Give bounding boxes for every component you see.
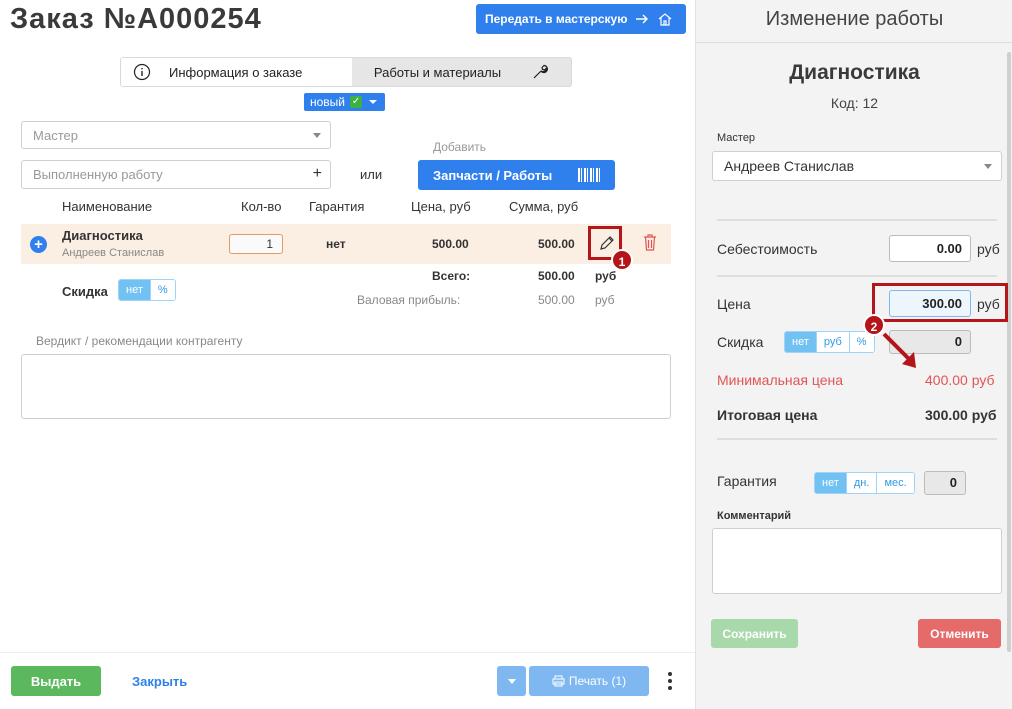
work-placeholder: Выполненную работу [33, 167, 163, 182]
completed-work-input[interactable]: Выполненную работу + [21, 160, 331, 189]
cost-input[interactable]: 0.00 [889, 235, 971, 262]
warranty-toggle[interactable]: нет дн. мес. [814, 472, 915, 494]
or-label: или [360, 167, 383, 182]
parts-works-button[interactable]: Запчасти / Работы [418, 160, 615, 190]
tab-works-materials[interactable]: Работы и материалы [352, 58, 571, 86]
master-placeholder: Мастер [33, 127, 78, 143]
more-options-icon[interactable] [665, 670, 675, 692]
order-pane: Заказ №A000254 Передать в мастерскую Инф… [0, 0, 695, 709]
cost-unit: руб [977, 241, 1000, 257]
arrow-right-icon [636, 14, 649, 24]
cost-label: Себестоимость [717, 241, 818, 257]
item-warranty: нет [326, 237, 346, 251]
price-highlight-box [872, 283, 1008, 322]
master-select[interactable]: Андреев Станислав [712, 151, 1002, 181]
master-value: Андреев Станислав [724, 158, 855, 174]
warranty-label: Гарантия [717, 473, 777, 489]
parts-label: Запчасти / Работы [433, 167, 553, 183]
info-icon [133, 63, 151, 81]
divider [717, 275, 997, 277]
total-label: Всего: [432, 269, 471, 283]
plus-icon[interactable]: + [313, 165, 322, 183]
divider [717, 219, 997, 221]
profit-unit: руб [595, 293, 615, 307]
check-icon: ✓ [350, 96, 363, 108]
order-title: Заказ №A000254 [10, 3, 262, 35]
item-sum: 500.00 [538, 237, 575, 251]
save-button[interactable]: Сохранить [711, 619, 798, 648]
print-label: Печать (1) [568, 674, 627, 688]
discount-toggle[interactable]: нет руб % [784, 331, 875, 353]
scrollbar[interactable] [1007, 52, 1011, 652]
add-label: Добавить [433, 140, 487, 154]
tab-order-info[interactable]: Информация о заказе [121, 58, 352, 86]
col-name-header: Наименование [62, 199, 153, 214]
col-warranty-header: Гарантия [309, 199, 365, 214]
total-value: 500.00 [538, 269, 575, 283]
expand-plus-icon[interactable]: + [30, 236, 47, 253]
chevron-down-icon [984, 164, 992, 169]
chevron-down-icon [508, 679, 516, 684]
edit-work-panel: Изменение работы Диагностика Код: 12 Мас… [695, 0, 1012, 709]
divider [696, 42, 1012, 43]
warranty-input[interactable]: 0 [924, 471, 966, 495]
divider [717, 438, 997, 440]
quantity-input[interactable]: 1 [229, 234, 283, 254]
profit-label: Валовая прибыль: [357, 293, 461, 307]
tab-order-info-label: Информация о заказе [169, 64, 303, 80]
master-select[interactable]: Мастер [21, 121, 331, 149]
discount-label: Скидка [717, 334, 764, 350]
discount-toggle[interactable]: нет % [118, 279, 176, 301]
price-label: Цена [717, 296, 751, 312]
discount-none[interactable]: нет [785, 332, 816, 352]
panel-title: Изменение работы [765, 8, 944, 30]
master-label: Мастер [717, 132, 756, 144]
work-code: Код: 12 [830, 95, 879, 111]
work-name: Диагностика [789, 61, 920, 84]
discount-none[interactable]: нет [119, 280, 150, 300]
transfer-label: Передать в мастерскую [485, 12, 628, 26]
item-price: 500.00 [432, 237, 469, 251]
min-price-value: 400.00 руб [925, 372, 995, 388]
col-qty-header: Кол-во [241, 199, 282, 214]
final-price-value: 300.00 руб [925, 407, 997, 423]
status-badge[interactable]: новый ✓ [304, 93, 386, 111]
warranty-months[interactable]: мес. [876, 473, 914, 493]
item-name: Диагностика [62, 228, 143, 243]
barcode-icon [578, 168, 600, 182]
print-dropdown-button[interactable] [497, 666, 526, 696]
min-price-label: Минимальная цена [717, 372, 844, 388]
transfer-to-workshop-button[interactable]: Передать в мастерскую [476, 4, 686, 34]
warranty-none[interactable]: нет [815, 473, 846, 493]
chevron-down-icon [369, 100, 378, 104]
order-tabs: Информация о заказе Работы и материалы [120, 57, 572, 87]
total-unit: руб [595, 269, 617, 283]
discount-rub[interactable]: руб [815, 332, 849, 352]
discount-label: Скидка [62, 284, 108, 299]
issue-button[interactable]: Выдать [11, 666, 101, 696]
profit-value: 500.00 [538, 293, 575, 307]
arrow-annotation-icon [882, 332, 916, 368]
status-label: новый [310, 95, 346, 109]
wrench-icon [533, 64, 549, 79]
final-price-label: Итоговая цена [717, 407, 818, 423]
comment-label: Комментарий [717, 510, 792, 522]
comment-textarea[interactable] [712, 528, 1002, 594]
col-sum-header: Сумма, руб [509, 199, 579, 214]
chevron-down-icon [313, 133, 321, 138]
warranty-days[interactable]: дн. [845, 473, 877, 493]
annotation-badge-1: 1 [611, 249, 633, 271]
verdict-textarea[interactable] [21, 354, 671, 419]
verdict-label: Вердикт / рекомендации контрагенту [36, 334, 243, 348]
print-button[interactable]: Печать (1) [529, 666, 649, 696]
item-master: Андреев Станислав [62, 247, 165, 259]
close-link[interactable]: Закрыть [132, 674, 187, 689]
tab-works-label: Работы и материалы [373, 64, 502, 80]
col-price-header: Цена, руб [411, 199, 471, 214]
discount-percent[interactable]: % [149, 280, 175, 300]
printer-icon [552, 675, 565, 687]
home-icon [659, 12, 672, 26]
trash-icon[interactable] [643, 234, 657, 251]
cancel-button[interactable]: Отменить [918, 619, 1001, 648]
